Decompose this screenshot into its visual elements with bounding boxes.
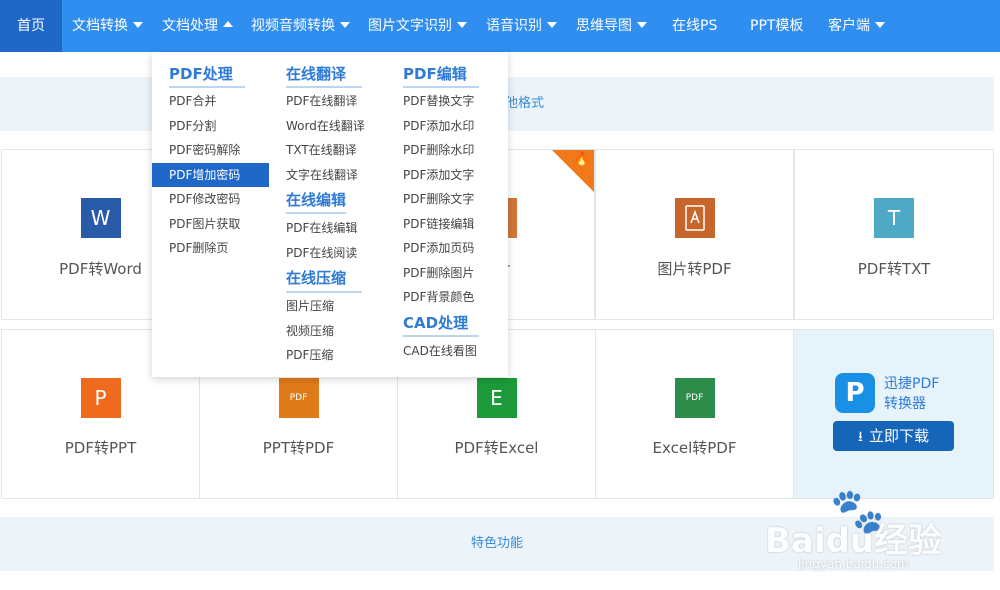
nav-label: 语音识别	[486, 18, 542, 34]
dropdown-item[interactable]: PDF删除文字	[403, 187, 474, 211]
watermark-brand: Baidu经验	[765, 521, 943, 561]
chevron-up-icon	[223, 21, 233, 27]
banner-text: 他格式	[505, 96, 545, 111]
nav-label: 在线PS	[672, 18, 718, 34]
tile-label: PPT转PDF	[262, 439, 335, 457]
dropdown-item[interactable]: PDF删除页	[169, 236, 228, 260]
dropdown-item[interactable]: PDF密码解除	[169, 138, 240, 162]
nav-doc-convert[interactable]: 文档转换	[72, 0, 143, 52]
nav-online-ps[interactable]: 在线PS	[672, 0, 717, 52]
tile-label: PDF转Excel	[454, 439, 539, 457]
app-name: 迅捷PDF 转换器	[884, 374, 974, 414]
tile-label: PDF转PPT	[64, 439, 137, 457]
word-icon: W	[80, 198, 121, 238]
dropdown-item[interactable]: PDF添加文字	[403, 163, 474, 187]
ppt-icon: P	[80, 378, 121, 418]
dropdown-item[interactable]: TXT在线翻译	[286, 138, 357, 162]
nav-label: 图片文字识别	[368, 18, 452, 34]
tile-label: 图片转PDF	[657, 260, 732, 278]
dropdown-item[interactable]: PDF添加水印	[403, 114, 474, 138]
nav-home-label: 首页	[17, 18, 45, 34]
dropdown-item-highlighted[interactable]: PDF增加密码	[152, 163, 269, 187]
nav-video-audio[interactable]: 视频音频转换	[251, 0, 350, 52]
tool-tile-image-to-pdf[interactable]: 图片转PDF	[595, 149, 794, 320]
dropdown-group-title: 在线翻译	[286, 65, 347, 83]
nav-ppt-templates[interactable]: PPT模板	[750, 0, 803, 52]
group-underline	[286, 291, 362, 293]
download-icon: ⭳	[858, 429, 863, 445]
nav-label: 文档转换	[72, 18, 128, 34]
dropdown-item[interactable]: PDF添加页码	[403, 236, 474, 260]
dropdown-item[interactable]: 图片压缩	[286, 294, 334, 318]
group-underline	[403, 335, 479, 337]
chevron-down-icon	[457, 22, 467, 28]
chevron-down-icon	[340, 22, 350, 28]
dropdown-item[interactable]: PDF分割	[169, 114, 216, 138]
dropdown-item[interactable]: PDF在线编辑	[286, 216, 357, 240]
pdf-icon: PDF	[278, 378, 319, 418]
excel-icon: E	[476, 378, 517, 418]
pdf-icon: PDF	[674, 378, 715, 418]
nav-speech[interactable]: 语音识别	[486, 0, 557, 52]
dropdown-item[interactable]: PDF压缩	[286, 343, 333, 367]
dropdown-item[interactable]: 视频压缩	[286, 319, 334, 343]
doc-process-dropdown: PDF处理 PDF合并 PDF分割 PDF密码解除 PDF增加密码 PDF修改密…	[152, 52, 508, 377]
app-name-line1: 迅捷PDF	[884, 376, 940, 392]
group-underline	[403, 86, 479, 88]
app-logo-icon: P	[835, 373, 875, 413]
pdf-icon	[674, 198, 715, 238]
download-label: 立即下载	[868, 427, 929, 445]
chevron-down-icon	[133, 22, 143, 28]
dropdown-item[interactable]: PDF在线阅读	[286, 241, 357, 265]
dropdown-item[interactable]: CAD在线看图	[403, 339, 477, 363]
tool-tile-excel-to-pdf[interactable]: PDF Excel转PDF	[595, 329, 794, 499]
tile-label: PDF转TXT	[857, 260, 931, 278]
nav-mindmap[interactable]: 思维导图	[576, 0, 647, 52]
dropdown-item[interactable]: PDF在线翻译	[286, 89, 357, 113]
nav-label: PPT模板	[750, 18, 804, 34]
dropdown-item[interactable]: PDF背景颜色	[403, 285, 474, 309]
dropdown-group-title: 在线编辑	[286, 191, 347, 209]
nav-label: 客户端	[828, 18, 870, 34]
dropdown-item[interactable]: Word在线翻译	[286, 114, 365, 138]
tool-tile-pdf-to-txt[interactable]: T PDF转TXT	[794, 149, 994, 320]
txt-icon: T	[874, 198, 914, 238]
nav-home[interactable]: 首页	[0, 0, 62, 52]
dropdown-item[interactable]: 文字在线翻译	[286, 163, 358, 187]
download-button[interactable]: ⭳ 立即下载	[833, 421, 954, 451]
nav-label: 思维导图	[576, 18, 632, 34]
nav-ocr[interactable]: 图片文字识别	[368, 0, 467, 52]
dropdown-item[interactable]: PDF图片获取	[169, 212, 240, 236]
dropdown-item[interactable]: PDF修改密码	[169, 187, 240, 211]
baidu-watermark: 🐾 Baidu经验 jingyan.baidu.com	[760, 485, 960, 585]
dropdown-item[interactable]: PDF删除水印	[403, 138, 474, 162]
dropdown-group-title: 在线压缩	[286, 269, 347, 287]
app-name-line2: 转换器	[884, 396, 926, 412]
chevron-down-icon	[547, 22, 557, 28]
app-promo: P 迅捷PDF 转换器 ⭳ 立即下载	[793, 329, 994, 499]
chevron-down-icon	[875, 22, 885, 28]
dropdown-group-title: PDF编辑	[403, 65, 467, 83]
dropdown-item[interactable]: PDF删除图片	[403, 261, 474, 285]
flame-icon: 🔥	[573, 152, 590, 167]
dropdown-group-title: PDF处理	[169, 65, 233, 83]
dropdown-item[interactable]: PDF链接编辑	[403, 212, 474, 236]
group-underline	[286, 212, 346, 214]
dropdown-item[interactable]: PDF合并	[169, 89, 216, 113]
watermark-url: jingyan.baidu.com	[798, 557, 909, 571]
nav-label: 文档处理	[162, 18, 218, 34]
nav-label: 视频音频转换	[251, 18, 335, 34]
top-navbar: 首页 文档转换 文档处理 视频音频转换 图片文字识别 语音识别 思维导图 在线P…	[0, 0, 1000, 52]
group-underline	[169, 86, 245, 88]
tile-label: Excel转PDF	[652, 439, 737, 457]
dropdown-group-title: CAD处理	[403, 314, 469, 332]
chevron-down-icon	[637, 22, 647, 28]
group-underline	[286, 86, 362, 88]
nav-client[interactable]: 客户端	[828, 0, 885, 52]
nav-doc-process[interactable]: 文档处理	[162, 0, 233, 52]
banner-text: 特色功能	[470, 536, 523, 551]
dropdown-item[interactable]: PDF替换文字	[403, 89, 474, 113]
